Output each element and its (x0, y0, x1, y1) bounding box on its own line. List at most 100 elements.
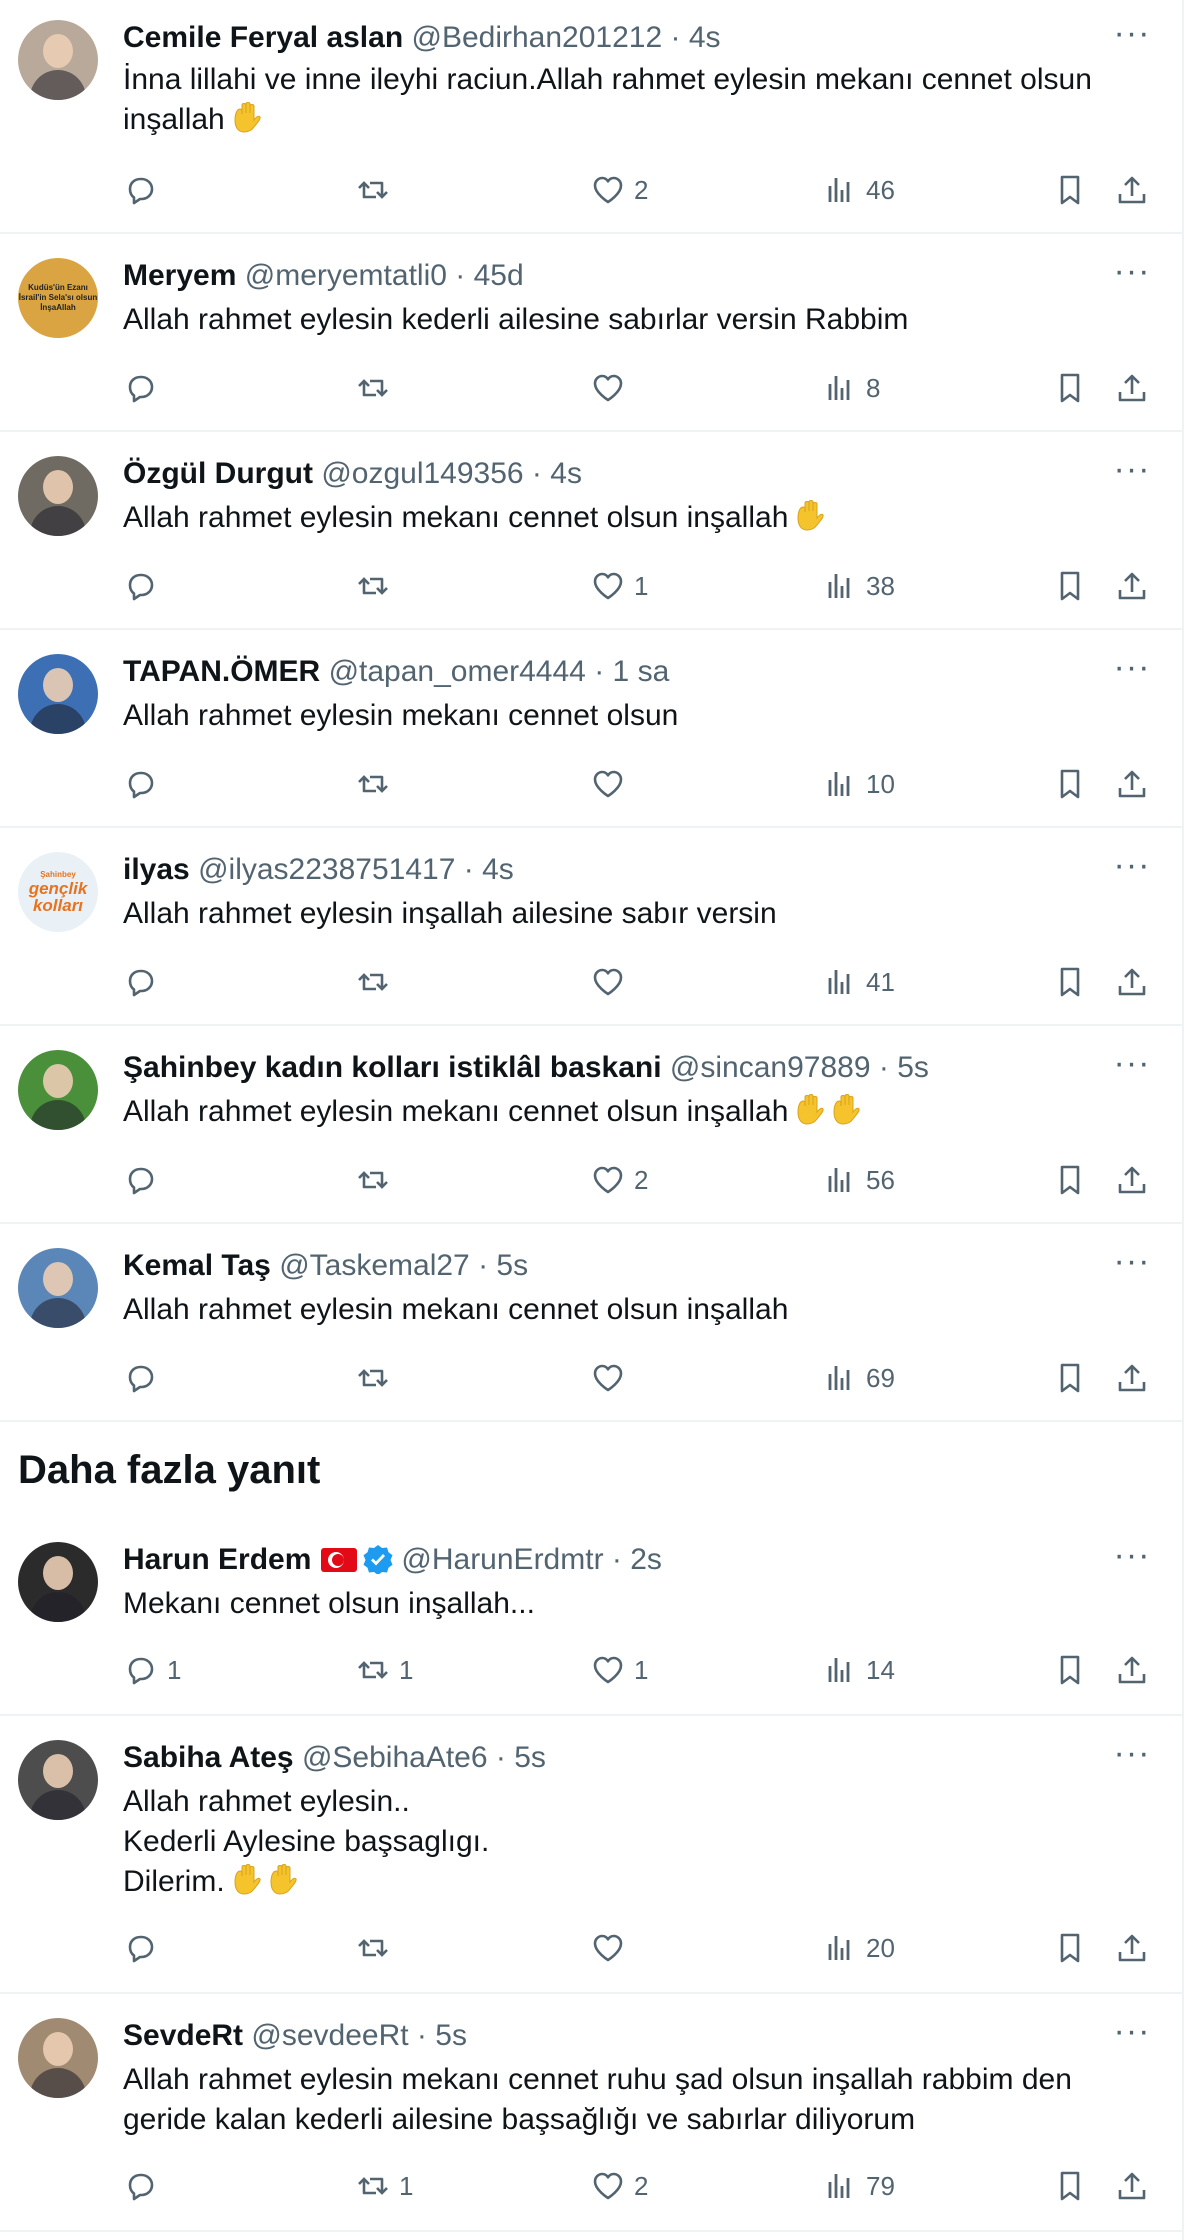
more-options-button[interactable]: ··· (1112, 848, 1152, 890)
views-button[interactable]: 41 (822, 960, 895, 1004)
author-handle[interactable]: @SebihaAte6 (302, 1741, 488, 1774)
author-handle[interactable]: @meryemtatli0 (245, 259, 447, 292)
author-handle[interactable]: @tapan_omer4444 (329, 655, 586, 688)
avatar[interactable]: Şahinbey gençlik kolları (18, 852, 98, 932)
author-name[interactable]: Şahinbey kadın kolları istiklâl baskani (123, 1051, 662, 1084)
author-handle[interactable]: @sevdeeRt (251, 2019, 408, 2052)
reply-button[interactable]: 1 (123, 1648, 181, 1692)
retweet-button[interactable]: 1 (355, 1648, 413, 1692)
more-options-button[interactable]: ··· (1112, 1244, 1152, 1286)
tweet-item[interactable]: Cemile Feryal aslan @Bedirhan201212 · 4s… (0, 0, 1182, 234)
more-options-button[interactable]: ··· (1112, 1736, 1152, 1778)
like-button[interactable]: 1 (590, 564, 648, 608)
share-button[interactable] (1114, 366, 1150, 410)
reply-button[interactable] (123, 366, 167, 410)
bookmark-button[interactable] (1052, 762, 1088, 806)
reply-button[interactable] (123, 960, 167, 1004)
avatar[interactable] (18, 456, 98, 536)
avatar[interactable] (18, 1740, 98, 1820)
author-name[interactable]: Özgül Durgut (123, 457, 313, 490)
tweet-item[interactable]: SevdeRt @sevdeeRt · 5s ··· Allah rahmet ey… (0, 1992, 1182, 2232)
share-button[interactable] (1114, 564, 1150, 608)
avatar[interactable] (18, 20, 98, 100)
share-button[interactable] (1114, 762, 1150, 806)
tweet-item[interactable]: Kudüs'ün Ezanı İsrail'in Sela'sı olsun İnş… (0, 232, 1182, 432)
retweet-button[interactable] (355, 366, 399, 410)
author-handle[interactable]: @ozgul149356 (321, 457, 523, 490)
share-button[interactable] (1114, 1356, 1150, 1400)
more-options-button[interactable]: ··· (1112, 16, 1152, 58)
share-button[interactable] (1114, 1158, 1150, 1202)
avatar[interactable] (18, 1248, 98, 1328)
retweet-button[interactable] (355, 564, 399, 608)
avatar[interactable] (18, 2018, 98, 2098)
author-name[interactable]: TAPAN.ÖMER (123, 655, 320, 688)
author-name[interactable]: ilyas (123, 853, 190, 886)
more-options-button[interactable]: ··· (1112, 1046, 1152, 1088)
bookmark-button[interactable] (1052, 1158, 1088, 1202)
author-name[interactable]: Cemile Feryal aslan (123, 21, 403, 54)
retweet-button[interactable] (355, 1926, 399, 1970)
views-button[interactable]: 69 (822, 1356, 895, 1400)
views-button[interactable]: 10 (822, 762, 895, 806)
more-options-button[interactable]: ··· (1112, 1538, 1152, 1580)
bookmark-button[interactable] (1052, 366, 1088, 410)
reply-button[interactable] (123, 564, 167, 608)
share-button[interactable] (1114, 168, 1150, 212)
author-handle[interactable]: @Bedirhan201212 (412, 21, 663, 54)
tweet-item[interactable]: Harun Erdem @HarunErdmtr · 2s ··· Mekanı ce… (0, 1518, 1182, 1716)
avatar[interactable] (18, 654, 98, 734)
bookmark-button[interactable] (1052, 168, 1088, 212)
author-name[interactable]: SevdeRt (123, 2019, 243, 2052)
retweet-button[interactable]: 1 (355, 2164, 413, 2208)
views-button[interactable]: 46 (822, 168, 895, 212)
author-name[interactable]: Harun Erdem (123, 1543, 311, 1576)
tweet-item[interactable]: Şahinbey kadın kolları istiklâl baskani … (0, 1024, 1182, 1224)
bookmark-button[interactable] (1052, 1356, 1088, 1400)
like-button[interactable]: 2 (590, 168, 648, 212)
views-button[interactable]: 14 (822, 1648, 895, 1692)
views-button[interactable]: 38 (822, 564, 895, 608)
views-button[interactable]: 20 (822, 1926, 895, 1970)
tweet-item[interactable]: Özgül Durgut @ozgul149356 · 4s ··· Allah r… (0, 430, 1182, 630)
timestamp[interactable]: 45d (474, 259, 524, 292)
timestamp[interactable]: 5s (435, 2019, 467, 2052)
avatar[interactable] (18, 1050, 98, 1130)
reply-button[interactable] (123, 1356, 167, 1400)
more-options-button[interactable]: ··· (1112, 650, 1152, 692)
views-button[interactable]: 79 (822, 2164, 895, 2208)
author-handle[interactable]: @Taskemal27 (279, 1249, 470, 1282)
reply-button[interactable] (123, 168, 167, 212)
views-button[interactable]: 56 (822, 1158, 895, 1202)
tweet-item[interactable]: Kemal Taş @Taskemal27 · 5s ··· Allah rahme… (0, 1222, 1182, 1422)
retweet-button[interactable] (355, 1158, 399, 1202)
timestamp[interactable]: 2s (630, 1543, 662, 1576)
bookmark-button[interactable] (1052, 1926, 1088, 1970)
timestamp[interactable]: 1 sa (613, 655, 670, 688)
share-button[interactable] (1114, 1648, 1150, 1692)
more-options-button[interactable]: ··· (1112, 254, 1152, 296)
retweet-button[interactable] (355, 762, 399, 806)
bookmark-button[interactable] (1052, 1648, 1088, 1692)
avatar[interactable]: Kudüs'ün Ezanı İsrail'in Sela'sı olsun İnş… (18, 258, 98, 338)
retweet-button[interactable] (355, 960, 399, 1004)
tweet-item[interactable]: Sabiha Ateş @SebihaAte6 · 5s ··· Allah rah… (0, 1714, 1182, 1994)
reply-button[interactable] (123, 2164, 167, 2208)
reply-button[interactable] (123, 762, 167, 806)
like-button[interactable] (590, 1356, 634, 1400)
share-button[interactable] (1114, 1926, 1150, 1970)
share-button[interactable] (1114, 2164, 1150, 2208)
tweet-item[interactable]: TAPAN.ÖMER @tapan_omer4444 · 1 sa ··· Alla… (0, 628, 1182, 828)
author-name[interactable]: Kemal Taş (123, 1249, 271, 1282)
like-button[interactable]: 1 (590, 1648, 648, 1692)
like-button[interactable] (590, 366, 634, 410)
author-handle[interactable]: @ilyas2238751417 (198, 853, 455, 886)
more-options-button[interactable]: ··· (1112, 2014, 1152, 2056)
timestamp[interactable]: 4s (550, 457, 582, 490)
bookmark-button[interactable] (1052, 564, 1088, 608)
timestamp[interactable]: 4s (482, 853, 514, 886)
retweet-button[interactable] (355, 168, 399, 212)
author-name[interactable]: Sabiha Ateş (123, 1741, 294, 1774)
views-button[interactable]: 8 (822, 366, 880, 410)
retweet-button[interactable] (355, 1356, 399, 1400)
